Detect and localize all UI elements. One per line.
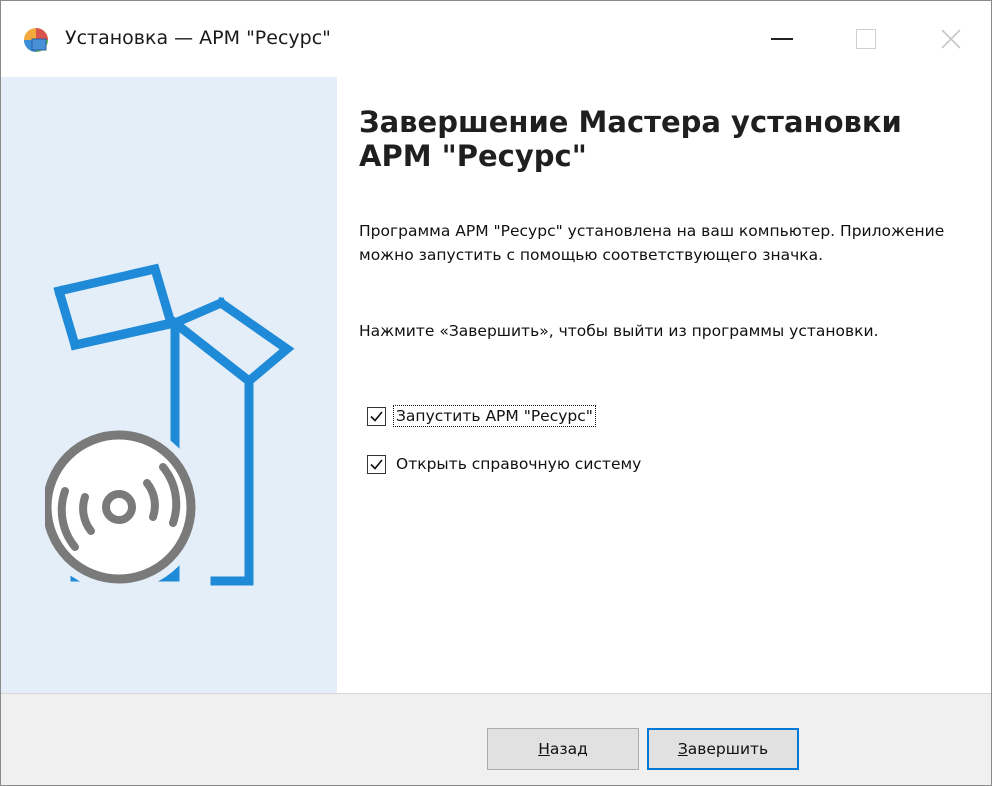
wizard-side-panel [1, 77, 337, 693]
minimize-button[interactable] [737, 1, 827, 77]
back-label: азад [549, 740, 588, 758]
close-button[interactable] [911, 1, 991, 77]
back-button[interactable]: Назад [487, 728, 639, 770]
open-help-checkbox[interactable] [367, 454, 386, 474]
open-help-label[interactable]: Открыть справочную систему [394, 454, 643, 474]
maximize-icon [856, 29, 876, 49]
checkmark-icon [370, 458, 383, 470]
maximize-button[interactable] [821, 1, 911, 77]
installer-window: Установка — АРМ "Ресурс" Завершение Маст… [0, 0, 992, 786]
button-bar: Назад Завершить [1, 693, 991, 785]
box-with-disc-icon [45, 263, 295, 591]
close-icon [941, 29, 961, 49]
page-title: Завершение Мастера установки АРМ "Ресурс… [359, 105, 902, 173]
back-mnemonic: Н [538, 740, 550, 758]
title-bar[interactable]: Установка — АРМ "Ресурс" [1, 1, 991, 77]
finish-mnemonic: З [677, 740, 688, 758]
finish-label: авершить [687, 740, 769, 758]
installer-icon [24, 28, 48, 52]
checkmark-icon [370, 410, 383, 422]
launch-app-label[interactable]: Запустить АРМ "Ресурс" [393, 405, 596, 427]
finish-button[interactable]: Завершить [647, 728, 799, 770]
wizard-content: Завершение Мастера установки АРМ "Ресурс… [337, 77, 991, 693]
window-title: Установка — АРМ "Ресурс" [65, 27, 331, 49]
open-help-checkbox-row[interactable]: Открыть справочную систему [367, 451, 643, 477]
launch-app-checkbox[interactable] [367, 406, 386, 426]
launch-app-checkbox-row[interactable]: Запустить АРМ "Ресурс" [367, 403, 596, 429]
minimize-icon [771, 38, 793, 40]
info-text-installed: Программа АРМ "Ресурс" установлена на ва… [359, 222, 945, 264]
info-text-finish: Нажмите «Завершить», чтобы выйти из прог… [359, 322, 879, 340]
